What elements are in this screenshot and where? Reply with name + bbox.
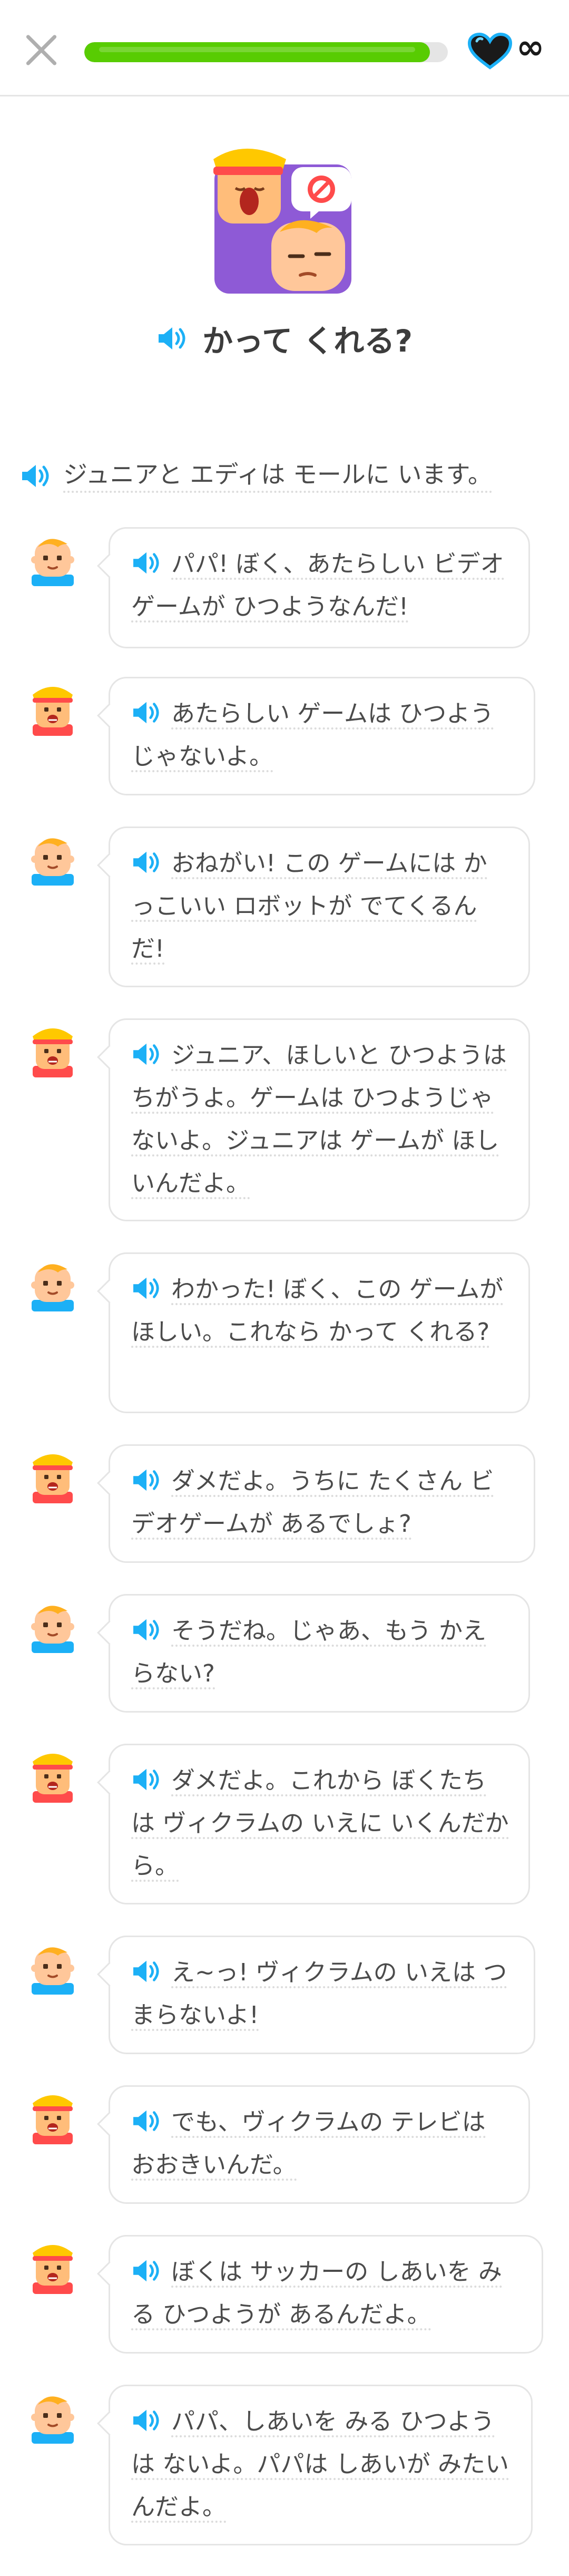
avatar-junior (27, 2391, 78, 2444)
speaker-icon[interactable] (20, 462, 53, 490)
story-title-row: かって くれる? (0, 316, 569, 361)
dialogue-text: ダメだよ。これから ぼくたちは ヴィクラムの いえに いくんだから。 (131, 1766, 509, 1882)
dialogue-text: おねがい! この ゲームには かっこいい ロボットが でてくるんだ! (131, 849, 487, 965)
dialogue-text: そうだね。じゃあ、もう かえらない? (131, 1617, 486, 1689)
avatar-eddy (27, 683, 78, 736)
speaker-icon[interactable] (131, 2108, 163, 2134)
dialogue-text: パパ、しあいを みる ひつようは ないよ。パパは しあいが みたいんだよ。 (131, 2407, 509, 2523)
top-bar: ∞ (0, 0, 569, 96)
speaker-icon[interactable] (131, 1467, 163, 1493)
close-icon[interactable] (24, 33, 58, 67)
avatar-junior (27, 533, 78, 586)
speech-bubble: パパ、しあいを みる ひつようは ないよ。パパは しあいが みたいんだよ。 (109, 2385, 533, 2545)
speech-bubble: ダメだよ。これから ぼくたちは ヴィクラムの いえに いくんだから。 (109, 1744, 530, 1904)
story-illustration (213, 149, 351, 294)
intro-text: ジュニアと エディは モールに います。 (63, 459, 492, 493)
speaker-icon[interactable] (131, 699, 163, 726)
avatar-eddy (27, 1750, 78, 1803)
avatar-eddy (27, 2092, 78, 2144)
speech-bubble: おねがい! この ゲームには かっこいい ロボットが でてくるんだ! (109, 827, 530, 987)
avatar-junior (27, 833, 78, 886)
dialogue-text: わかった! ぼく、この ゲームが ほしい。これなら かって くれる? (131, 1275, 504, 1348)
dialogue-text: ぼくは サッカーの しあいを みる ひつようが あるんだよ。 (131, 2258, 502, 2330)
speech-bubble: ダメだよ。うちに たくさん ビデオゲームが あるでしょ? (109, 1444, 535, 1563)
speech-bubble: でも、ヴィクラムの テレビは おおきいんだ。 (109, 2085, 530, 2204)
progress-bar (84, 42, 448, 62)
avatar-eddy (27, 2241, 78, 2294)
speaker-icon[interactable] (131, 2258, 163, 2284)
avatar-junior (27, 1942, 78, 1995)
avatar-eddy (27, 1025, 78, 1077)
speech-bubble: あたらしい ゲームは ひつようじゃないよ。 (109, 677, 535, 795)
avatar-junior (27, 1600, 78, 1653)
dialogue-text: でも、ヴィクラムの テレビは おおきいんだ。 (131, 2108, 486, 2181)
speaker-icon[interactable] (156, 325, 189, 352)
dialogue-text: あたらしい ゲームは ひつようじゃないよ。 (131, 699, 494, 772)
speech-bubble: そうだね。じゃあ、もう かえらない? (109, 1594, 530, 1713)
speech-bubble: ぼくは サッカーの しあいを みる ひつようが あるんだよ。 (109, 2235, 543, 2354)
speech-bubble: パパ! ぼく、あたらしい ビデオゲームが ひつようなんだ! (109, 527, 530, 648)
speaker-icon[interactable] (131, 1041, 163, 1067)
speaker-icon[interactable] (131, 1958, 163, 1985)
dialogue-text: ジュニア、ほしいと ひつようは ちがうよ。ゲームは ひつようじゃないよ。ジュニア… (131, 1041, 507, 1199)
speech-bubble: ジュニア、ほしいと ひつようは ちがうよ。ゲームは ひつようじゃないよ。ジュニア… (109, 1018, 530, 1221)
speech-bubble: わかった! ぼく、この ゲームが ほしい。これなら かって くれる? (109, 1252, 530, 1413)
avatar-eddy (27, 1451, 78, 1503)
progress-fill (84, 42, 430, 62)
story-intro: ジュニアと エディは モールに います。 (20, 458, 492, 494)
heart-icon (467, 33, 513, 70)
speaker-icon[interactable] (131, 1766, 163, 1793)
speaker-icon[interactable] (131, 1617, 163, 1643)
dialogue-text: ダメだよ。うちに たくさん ビデオゲームが あるでしょ? (131, 1467, 494, 1540)
speaker-icon[interactable] (131, 1275, 163, 1301)
speaker-icon[interactable] (131, 550, 163, 576)
speaker-icon[interactable] (131, 2407, 163, 2434)
dialogue-text: パパ! ぼく、あたらしい ビデオゲームが ひつようなんだ! (131, 550, 504, 623)
speech-bubble: え~っ! ヴィクラムの いえは つまらないよ! (109, 1936, 535, 2054)
dialogue-text: え~っ! ヴィクラムの いえは つまらないよ! (131, 1958, 507, 2031)
story-title: かって くれる? (202, 323, 413, 359)
speaker-icon[interactable] (131, 849, 163, 876)
avatar-junior (27, 1259, 78, 1311)
hearts-count: ∞ (516, 28, 545, 67)
